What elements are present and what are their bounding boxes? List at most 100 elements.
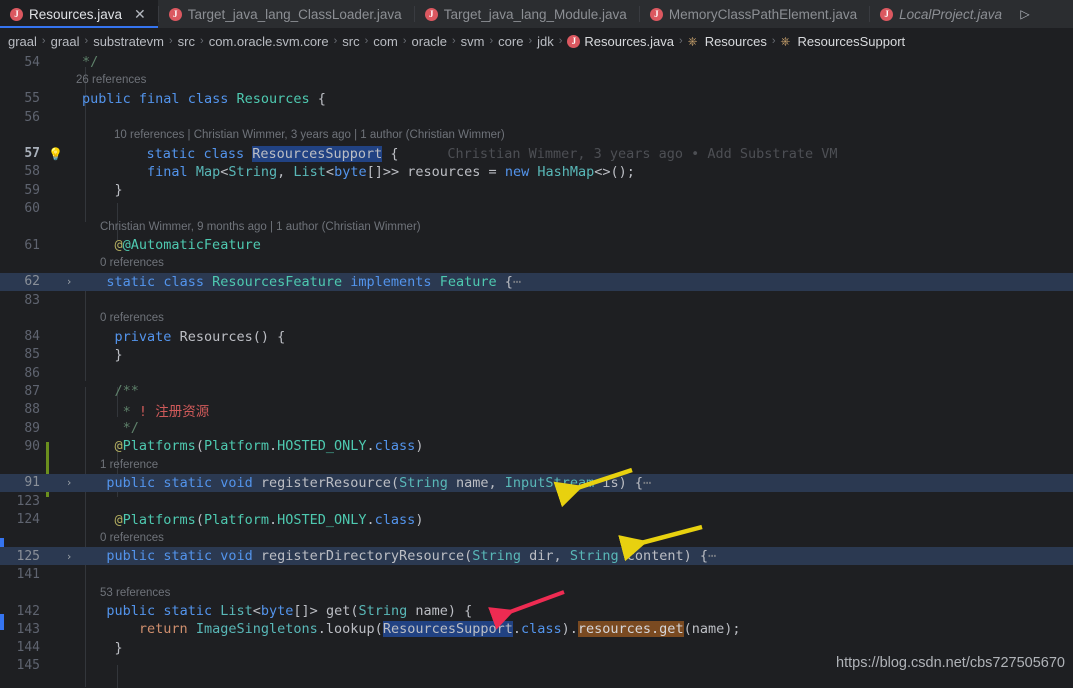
usages-hint[interactable]: 1 reference xyxy=(76,459,1073,471)
tab-target-java-lang-classloader-java[interactable]: J Target_java_lang_ClassLoader.java xyxy=(159,0,414,28)
line-number: 124 xyxy=(16,512,40,528)
editor-line[interactable]: 141 xyxy=(0,565,1073,583)
fold-handle-expand[interactable]: › xyxy=(62,550,76,563)
breadcrumb-separator: › xyxy=(41,35,46,47)
code-text: public static void registerDirectoryReso… xyxy=(106,548,717,565)
editor-line[interactable]: 142 public static List<byte[]> get(Strin… xyxy=(0,602,1073,620)
editor-line[interactable]: 55 public final class Resources { xyxy=(0,90,1073,108)
tab-memoryclasspathelement-java[interactable]: J MemoryClassPathElement.java xyxy=(640,0,869,28)
breadcrumb-item-graal-1[interactable]: graal xyxy=(8,34,37,49)
code-text: static class ResourcesSupport { Christia… xyxy=(146,145,838,162)
line-number: 86 xyxy=(24,365,40,381)
code-text: } xyxy=(114,346,123,363)
tab-target-java-lang-module-java[interactable]: J Target_java_lang_Module.java xyxy=(415,0,639,28)
editor-line[interactable]: 60 xyxy=(0,199,1073,217)
code-editor[interactable]: 54 */ 26 references 55 public final clas… xyxy=(0,53,1073,688)
code-text: public static List<byte[]> get(String na… xyxy=(106,603,473,620)
java-class-icon: J xyxy=(880,7,894,21)
breadcrumb-item-src-1[interactable]: src xyxy=(178,34,195,49)
breadcrumb-item-graal-2[interactable]: graal xyxy=(51,34,80,49)
editor-line[interactable]: 59 } xyxy=(0,181,1073,199)
breadcrumb-separator: › xyxy=(200,35,204,47)
line-number: 83 xyxy=(24,292,40,308)
java-class-icon: J xyxy=(649,7,663,21)
usages-and-blame-hint[interactable]: 10 references | Christian Wimmer, 3 year… xyxy=(76,129,1073,141)
editor-line[interactable]: 83 xyxy=(0,291,1073,309)
inlay-hint-row: 1 reference xyxy=(0,456,1073,474)
tab-localproject-java[interactable]: J LocalProject.java xyxy=(870,0,1014,28)
breadcrumb-item-oracle[interactable]: oracle xyxy=(412,34,447,49)
tab-resources-java[interactable]: J Resources.java ✕ xyxy=(0,0,158,28)
line-number: 62 xyxy=(24,274,40,290)
code-text: /** xyxy=(76,383,1073,399)
tab-label: MemoryClassPathElement.java xyxy=(668,6,858,22)
breadcrumb-separator: › xyxy=(558,35,563,47)
comment-close: */ xyxy=(82,54,99,71)
editor-line[interactable]: 58 final Map<String, List<byte[]>> resou… xyxy=(0,163,1073,181)
editor-line-highlighted[interactable]: 62 › static class ResourcesFeature imple… xyxy=(0,272,1073,291)
javadoc-open: /** xyxy=(114,383,139,400)
blame-hint[interactable]: Christian Wimmer, 9 months ago | 1 autho… xyxy=(76,221,1073,233)
line-number: 123 xyxy=(16,493,40,509)
code-text: } xyxy=(114,182,123,199)
editor-line-highlighted[interactable]: 91 › public static void registerResource… xyxy=(0,473,1073,493)
line-number: 60 xyxy=(24,201,40,217)
editor-line[interactable]: 88 * ! 注册资源 xyxy=(0,401,1073,420)
editor-line[interactable]: 86 xyxy=(0,364,1073,382)
line-number: 91 xyxy=(24,475,40,491)
breadcrumb-label: ResourcesSupport xyxy=(797,33,906,49)
tab-label: Target_java_lang_Module.java xyxy=(443,6,627,22)
breadcrumb-separator: › xyxy=(364,35,369,47)
usages-hint[interactable]: 53 references xyxy=(76,587,1073,599)
breadcrumb-item-substratevm[interactable]: substratevm xyxy=(93,34,164,49)
breadcrumb-item-svm[interactable]: svm xyxy=(461,34,485,49)
line-number: 144 xyxy=(16,640,40,656)
editor-line[interactable]: 56 xyxy=(0,108,1073,126)
usages-hint[interactable]: 0 references xyxy=(76,257,1073,269)
editor-line[interactable]: 143 return ImageSingletons.lookup(Resour… xyxy=(0,620,1073,638)
editor-line[interactable]: 84 private Resources() { xyxy=(0,327,1073,345)
code-text: return ImageSingletons.lookup(ResourcesS… xyxy=(138,621,741,638)
close-icon[interactable]: ✕ xyxy=(134,7,146,21)
editor-line[interactable]: 87 /** xyxy=(0,382,1073,400)
editor-line[interactable]: 124 @Platforms(Platform.HOSTED_ONLY.clas… xyxy=(0,510,1073,528)
git-blame-annotation[interactable]: Christian Wimmer, 3 years ago • Add Subs… xyxy=(447,146,837,162)
breadcrumb-label: com xyxy=(373,33,398,49)
javadoc-close: */ xyxy=(122,420,139,437)
breadcrumb-item-resourcessupport-class[interactable]: ⎈ ResourcesSupport xyxy=(781,34,906,49)
editor-line[interactable]: 85 } xyxy=(0,346,1073,364)
breadcrumb-item-resources-class[interactable]: ⎈ Resources xyxy=(688,34,767,49)
breadcrumb-label: com.oracle.svm.core xyxy=(208,33,329,49)
line-number: 141 xyxy=(16,566,40,582)
inlay-hint-row: 26 references xyxy=(0,71,1073,89)
breadcrumb-item-com[interactable]: com xyxy=(373,34,398,49)
code-text: */ xyxy=(76,54,1073,70)
editor-line[interactable]: 61 @@AutomaticFeature xyxy=(0,236,1073,254)
code-text: @@AutomaticFeature xyxy=(114,237,261,254)
line-number: 54 xyxy=(24,54,40,70)
editor-line-highlighted[interactable]: 125 › public static void registerDirecto… xyxy=(0,547,1073,566)
editor-tab-bar: J Resources.java ✕ J Target_java_lang_Cl… xyxy=(0,0,1073,29)
editor-line-current[interactable]: 57 💡 static class ResourcesSupport { Chr… xyxy=(0,144,1073,162)
editor-line[interactable]: 54 */ xyxy=(0,53,1073,71)
intention-bulb-icon[interactable]: 💡 xyxy=(48,147,63,161)
usages-hint[interactable]: 0 references xyxy=(76,532,1073,544)
fold-handle-expand[interactable]: › xyxy=(62,476,76,489)
usages-hint[interactable]: 0 references xyxy=(76,312,1073,324)
line-number: 58 xyxy=(24,164,40,180)
breadcrumb-item-src-2[interactable]: src xyxy=(342,34,359,49)
editor-line[interactable]: 123 xyxy=(0,492,1073,510)
editor-line[interactable]: 89 */ xyxy=(0,419,1073,437)
inlay-hint-row: 0 references xyxy=(0,529,1073,547)
code-text: static class ResourcesFeature implements… xyxy=(106,273,522,290)
breadcrumb-item-core[interactable]: core xyxy=(498,34,523,49)
breadcrumb-item-com-oracle-svm-core[interactable]: com.oracle.svm.core xyxy=(209,34,329,49)
usages-hint[interactable]: 26 references xyxy=(76,74,1073,86)
chevron-right-icon[interactable]: ▷ xyxy=(1014,0,1036,28)
editor-line[interactable]: 90 @Platforms(Platform.HOSTED_ONLY.class… xyxy=(0,437,1073,455)
breadcrumb-label: graal xyxy=(50,33,80,49)
line-number: 88 xyxy=(24,402,40,418)
fold-handle-expand[interactable]: › xyxy=(62,275,76,288)
breadcrumb-item-resources-java[interactable]: J Resources.java xyxy=(567,34,674,49)
breadcrumb-item-jdk[interactable]: jdk xyxy=(537,34,554,49)
